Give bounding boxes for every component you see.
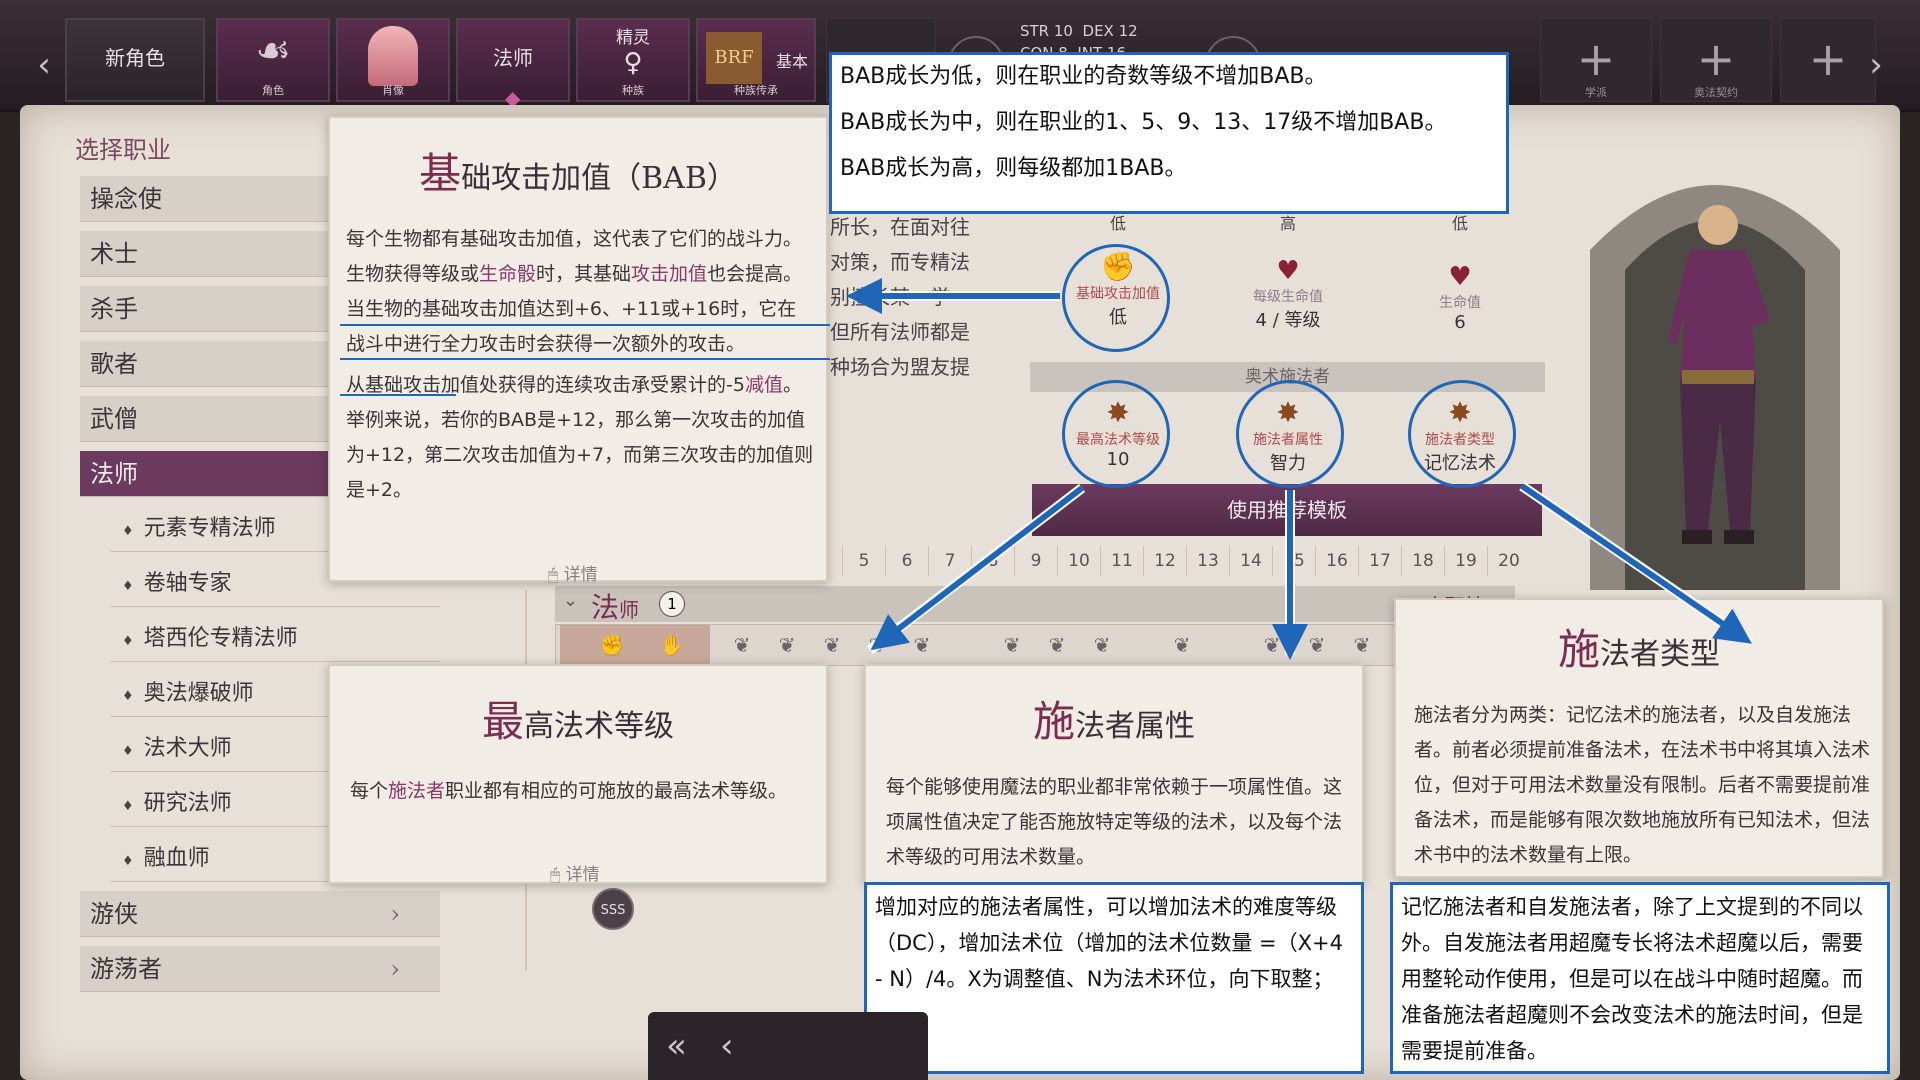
chevron-left-icon[interactable]: ‹ [720,1026,734,1066]
caster-type-annotation-box: 记忆施法者和自发施法者，除了上文提到的不同以外。自发施法者用超魔专长将法术超魔以… [1390,882,1890,1074]
bab-note-line: BAB成长为中，则在职业的1、5、9、13、17级不增加BAB。 [840,110,1447,135]
bab-note-line: BAB成长为高，则每级都加1BAB。 [840,156,1187,181]
bab-annotation-box: BAB成长为低，则在职业的奇数等级不增加BAB。 BAB成长为中，则在职业的1、… [829,52,1509,214]
double-chevron-left-icon[interactable]: « [666,1026,687,1066]
caster-attribute-annotation-box: 增加对应的施法者属性，可以增加法术的难度等级（DC），增加法术位（增加的法术位数… [864,882,1364,1074]
bottom-nav: « ‹ [648,1012,928,1080]
bab-note-line: BAB成长为低，则在职业的奇数等级不增加BAB。 [840,64,1327,89]
